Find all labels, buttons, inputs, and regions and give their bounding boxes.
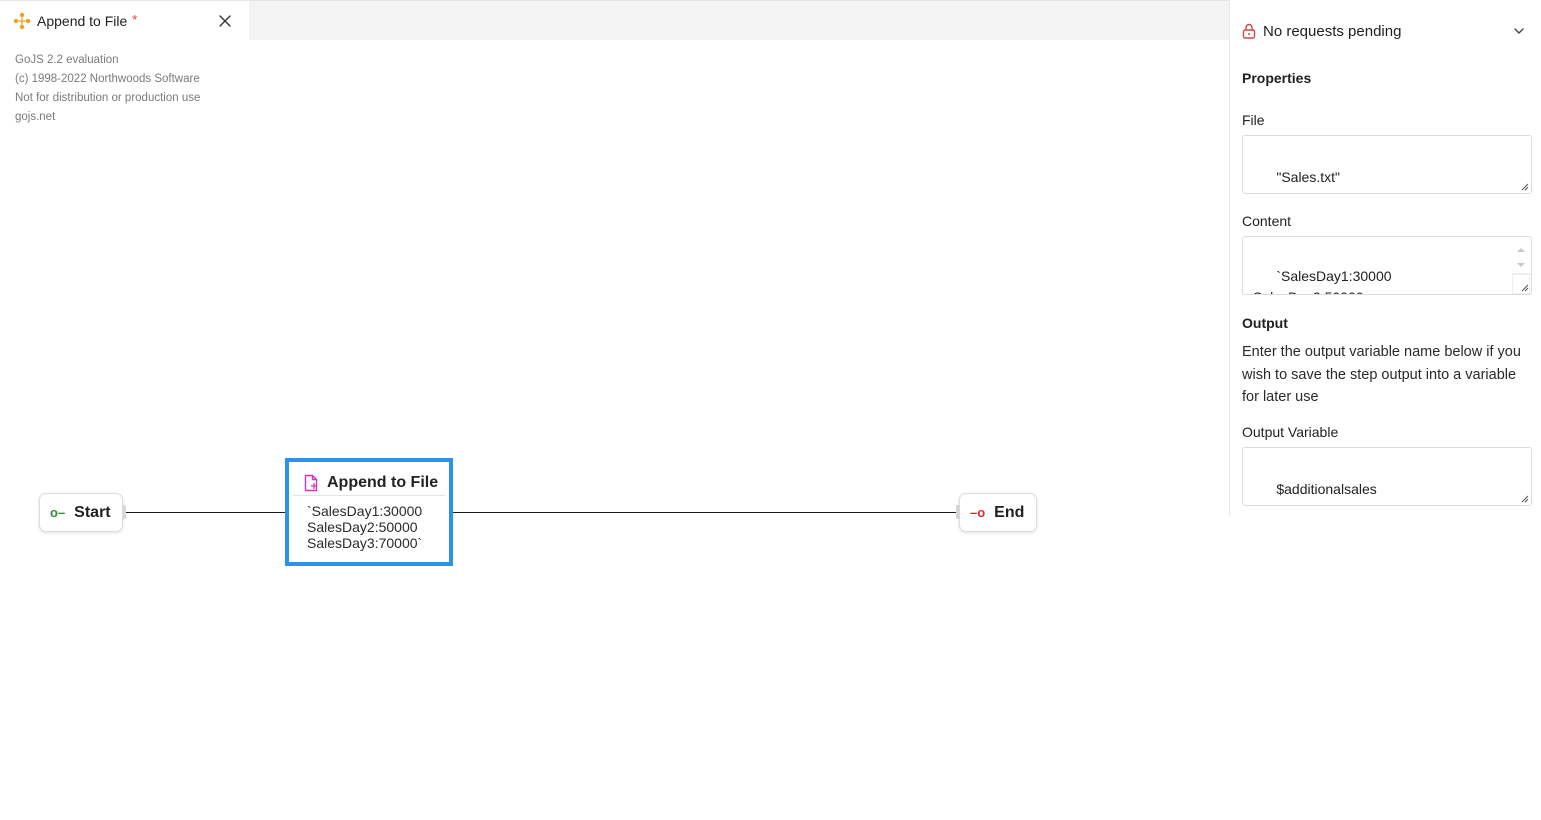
end-node[interactable]: –o End [959,493,1037,532]
connector-start-to-step [126,512,285,513]
watermark-line: gojs.net [15,111,56,123]
resize-grip-icon[interactable] [1519,493,1529,503]
resize-grip-icon[interactable] [1519,282,1529,292]
app-root: Append to File * o– Start Append to File… [0,0,1541,820]
watermark-line: GoJS 2.2 evaluation [15,54,119,66]
tab-title: Append to File [37,13,128,29]
tab-append-to-file[interactable]: Append to File * [0,1,249,41]
file-append-icon [304,474,318,492]
output-variable-label: Output Variable [1242,424,1339,440]
resize-grip-icon[interactable] [1519,181,1529,191]
chevron-down-icon[interactable] [1513,25,1525,37]
step-content-preview: `SalesDay1:30000 SalesDay2:50000 SalesDa… [307,503,423,551]
output-heading: Output [1242,315,1288,331]
watermark-line: (c) 1998-2022 Northwoods Software [15,73,200,85]
request-status-dropdown[interactable]: No requests pending [1242,19,1529,43]
tab-strip: Append to File * [0,0,1229,41]
end-label: End [994,503,1025,521]
watermark-line: Not for distribution or production use [15,92,201,104]
lock-icon [1242,23,1256,39]
start-label: Start [74,503,111,521]
file-field-value: "Sales.txt" [1276,169,1340,185]
content-field-value: `SalesDay1:30000 SalesDay2:50000 SalesDa… [1253,268,1392,294]
start-node[interactable]: o– Start [39,493,123,532]
file-field[interactable]: "Sales.txt" [1242,135,1532,194]
content-field-label: Content [1242,213,1292,229]
properties-heading: Properties [1242,70,1312,86]
start-port-icon: o– [50,505,66,520]
output-help-text: Enter the output variable name below if … [1242,344,1521,405]
content-field[interactable]: `SalesDay1:30000 SalesDay2:50000 SalesDa… [1242,236,1532,295]
request-status-text: No requests pending [1263,22,1402,40]
diagram-canvas[interactable]: o– Start Append to File `SalesDay1:30000… [0,40,1229,820]
file-field-label: File [1242,112,1265,128]
properties-panel: No requests pending Properties File "Sal… [1229,0,1541,516]
unsaved-indicator: * [132,11,138,27]
close-icon[interactable] [216,12,234,30]
gojs-watermark: GoJS 2.2 evaluation (c) 1998-2022 Northw… [15,51,200,127]
step-title: Append to File [327,474,439,491]
output-variable-field[interactable]: $additionalsales [1242,447,1532,506]
step-node-append-to-file[interactable]: Append to File `SalesDay1:30000 SalesDay… [285,458,453,566]
connector-step-to-end [453,512,957,513]
workflow-icon [13,12,31,30]
output-variable-value: $additionalsales [1276,481,1377,497]
start-output-port[interactable] [122,505,126,519]
end-port-icon: –o [970,505,986,520]
